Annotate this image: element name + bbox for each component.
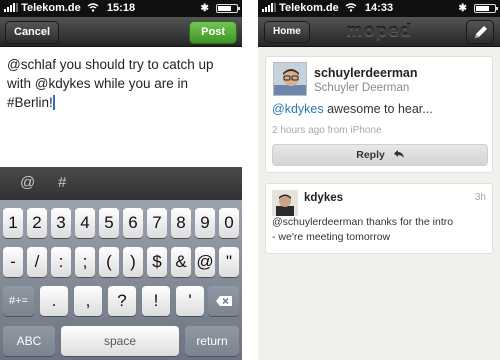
reply-button[interactable]: Reply (272, 144, 488, 166)
key-7[interactable]: 7 (147, 208, 167, 238)
key-0[interactable]: 0 (219, 208, 239, 238)
key-8[interactable]: 8 (171, 208, 191, 238)
key-question[interactable]: ? (108, 286, 136, 316)
text-caret (52, 95, 55, 110)
backspace-icon (215, 296, 232, 306)
cancel-button[interactable]: Cancel (5, 21, 60, 44)
key-colon[interactable]: : (51, 247, 71, 277)
post-username[interactable]: schuylerdeerman (314, 66, 418, 80)
battery-icon (474, 4, 498, 13)
key-period[interactable]: . (40, 286, 68, 316)
key-6[interactable]: 6 (123, 208, 143, 238)
compose-button[interactable] (466, 20, 494, 44)
status-bar: Telekom.de 15:18 ✱ (0, 0, 242, 17)
space-key[interactable]: space (61, 326, 179, 356)
key-9[interactable]: 9 (195, 208, 215, 238)
at-key[interactable]: @ (20, 174, 35, 191)
post-meta: 2 hours ago from iPhone (272, 125, 382, 136)
key-dash[interactable]: - (3, 247, 23, 277)
key-2[interactable]: 2 (27, 208, 47, 238)
backspace-key[interactable] (208, 286, 239, 316)
post-card[interactable]: schuylerdeerman Schuyler Deerman @kdykes… (265, 56, 493, 173)
bluetooth-icon: ✱ (458, 3, 467, 14)
timeline-screen: Telekom.de 14:33 ✱ Home moped schuylerde… (258, 0, 500, 360)
return-key[interactable]: return (185, 326, 239, 356)
status-right: ✱ (200, 0, 240, 17)
post-text: @kdykes awesome to hear... (272, 102, 433, 116)
post-2-username[interactable]: kdykes (304, 192, 343, 204)
post-2-text-line-2: - we're meeting tomorrow (272, 231, 391, 243)
compose-screen: Telekom.de 15:18 ✱ Cancel Post @schlaf y… (0, 0, 242, 360)
post-body: awesome to hear... (327, 102, 433, 116)
keyboard: 1 2 3 4 5 6 7 8 9 0 - / : ; ( ) $ & @ " … (0, 200, 242, 360)
post-2-time: 3h (474, 192, 486, 203)
app-logo: moped (345, 21, 413, 40)
battery-icon (216, 4, 240, 13)
pencil-icon (475, 26, 487, 38)
key-semicolon[interactable]: ; (75, 247, 95, 277)
key-open-paren[interactable]: ( (99, 247, 119, 277)
post-card-2[interactable]: kdykes 3h @schuylerdeerman thanks for th… (265, 183, 493, 254)
key-slash[interactable]: / (27, 247, 47, 277)
reply-arrow-icon (393, 150, 404, 158)
reply-label: Reply (356, 149, 385, 161)
compose-navbar: Cancel Post (0, 17, 242, 47)
key-at[interactable]: @ (195, 247, 215, 277)
compose-textarea[interactable]: @schlaf you should try to catch up with … (7, 55, 237, 112)
hash-key[interactable]: # (58, 174, 66, 191)
post-mention[interactable]: @kdykes (272, 102, 324, 116)
post-2-text-line-1: @schuylerdeerman thanks for the intro (272, 216, 454, 228)
keyboard-accessory-bar: @ # (0, 167, 242, 200)
key-close-paren[interactable]: ) (123, 247, 143, 277)
post-full-name: Schuyler Deerman (314, 82, 410, 94)
status-right: ✱ (458, 0, 498, 17)
key-5[interactable]: 5 (99, 208, 119, 238)
user-avatar-icon (272, 190, 298, 216)
compose-text: @schlaf you should try to catch up with … (7, 57, 214, 110)
key-comma[interactable]: , (74, 286, 102, 316)
bluetooth-icon: ✱ (200, 3, 209, 14)
abc-key[interactable]: ABC (3, 326, 55, 356)
symbols-mode-key[interactable]: #+= (3, 286, 34, 316)
status-bar: Telekom.de 14:33 ✱ (258, 0, 500, 17)
avatar[interactable] (273, 62, 307, 96)
key-apostrophe[interactable]: ' (176, 286, 204, 316)
key-dollar[interactable]: $ (147, 247, 167, 277)
avatar-2[interactable] (272, 190, 298, 216)
key-exclamation[interactable]: ! (142, 286, 170, 316)
key-ampersand[interactable]: & (171, 247, 191, 277)
key-3[interactable]: 3 (51, 208, 71, 238)
key-quote[interactable]: " (219, 247, 239, 277)
key-4[interactable]: 4 (75, 208, 95, 238)
key-1[interactable]: 1 (3, 208, 23, 238)
user-avatar-icon (274, 63, 306, 95)
post-button[interactable]: Post (189, 21, 237, 44)
